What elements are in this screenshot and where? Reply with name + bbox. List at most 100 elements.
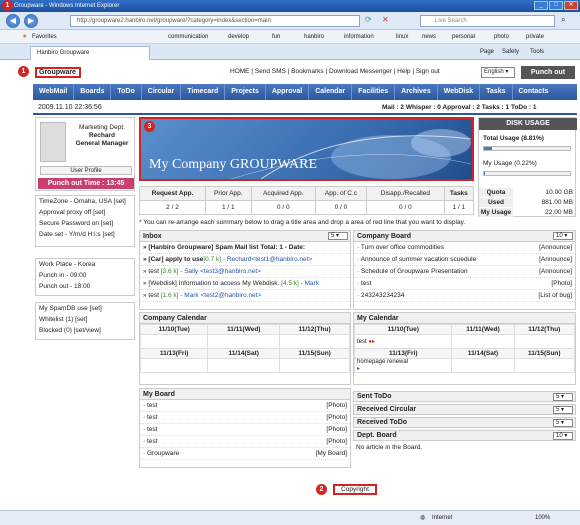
list-item[interactable]: » test [3.6 k] - Sally <test3@hanbiro.ne… xyxy=(140,266,350,278)
favlink-personal[interactable]: personal xyxy=(452,30,475,44)
calendar-day[interactable]: 11/15(Sun) xyxy=(279,348,350,359)
calendar-day[interactable]: 11/13(Fri) xyxy=(139,348,209,359)
list-item[interactable]: · test [Photo] xyxy=(140,424,350,436)
favlink-information[interactable]: information xyxy=(344,30,374,44)
list-item[interactable]: · 243243234234 [List of bug] xyxy=(354,290,575,302)
favorites-button[interactable]: Favorites xyxy=(32,30,57,44)
calendar-day[interactable]: 11/14(Sat) xyxy=(451,348,515,359)
summary-value[interactable]: 0 / 0 xyxy=(366,200,445,215)
stop-icon[interactable]: ✕ xyxy=(382,15,389,24)
zoom-level[interactable]: 100% xyxy=(535,511,550,525)
page-menu[interactable]: Page xyxy=(480,44,494,60)
summary-header[interactable]: Tasks xyxy=(443,186,475,201)
list-item[interactable]: » [Webdisk] Information to access My Web… xyxy=(140,278,350,290)
menu-approval[interactable]: Approval xyxy=(266,84,310,100)
calendar-cell[interactable] xyxy=(139,334,209,349)
calendar-cell[interactable] xyxy=(279,358,350,373)
search-icon[interactable]: ⌕ xyxy=(561,15,565,25)
summary-header[interactable]: Prior App. xyxy=(204,186,252,201)
calendar-cell[interactable]: test ●▸ xyxy=(353,334,453,349)
menu-timecard[interactable]: Timecard xyxy=(181,84,226,100)
browser-tab[interactable]: Hanbiro Groupware xyxy=(30,46,150,60)
menu-boards[interactable]: Boards xyxy=(74,84,112,100)
sent-todo-count-select[interactable]: 5 ▾ xyxy=(553,393,573,401)
forward-button[interactable]: ▶ xyxy=(24,14,38,28)
favorites-star-icon[interactable]: ★ xyxy=(22,30,27,44)
company-calendar-header[interactable]: Company Calendar xyxy=(140,313,350,324)
calendar-day[interactable]: 11/11(Wed) xyxy=(207,324,281,335)
dept-board-count-select[interactable]: 10 ▾ xyxy=(553,432,573,440)
list-item[interactable]: · Groupware [My Board] xyxy=(140,448,350,460)
my-calendar-header[interactable]: My Calendar xyxy=(354,313,575,324)
menu-calendar[interactable]: Calendar xyxy=(309,84,353,100)
received-todo-header[interactable]: Received ToDo 5 ▾ xyxy=(353,417,576,428)
secure-password-setting[interactable]: Secure Password on [set] xyxy=(39,218,134,229)
menu-projects[interactable]: Projects xyxy=(225,84,266,100)
list-item[interactable]: · test [Photo] xyxy=(140,436,350,448)
user-profile-button[interactable]: User Profile xyxy=(40,166,132,175)
approval-proxy-setting[interactable]: Approval proxy off [set] xyxy=(39,207,134,218)
menu-todo[interactable]: ToDo xyxy=(111,84,142,100)
list-item[interactable]: » [Hanbiro Groupware] Spam Mail list Tot… xyxy=(140,242,350,254)
menu-contacts[interactable]: Contacts xyxy=(513,84,555,100)
list-item[interactable]: · Announce of summer vacation scuedule [A… xyxy=(354,254,575,266)
inbox-count-select[interactable]: 5 ▾ xyxy=(328,232,348,240)
refresh-icon[interactable]: ⟳ xyxy=(365,15,372,24)
calendar-event[interactable]: homepage renewal xyxy=(357,359,408,365)
calendar-cell[interactable]: homepage renewal ▸ xyxy=(353,358,453,373)
favlink-communication[interactable]: communication xyxy=(168,30,208,44)
menu-webdisk[interactable]: WebDisk xyxy=(438,84,481,100)
groupware-logo[interactable]: Groupware xyxy=(35,67,81,78)
calendar-day[interactable]: 11/15(Sun) xyxy=(513,348,576,359)
status-counts[interactable]: Mail : 2 Whisper : 0 Approval : 2 Tasks … xyxy=(382,104,536,111)
calendar-day[interactable]: 11/13(Fri) xyxy=(353,348,453,359)
list-item[interactable]: · test [Photo] xyxy=(140,400,350,412)
calendar-cell[interactable] xyxy=(451,334,515,349)
favlink-news[interactable]: news xyxy=(422,30,436,44)
favlink-fun[interactable]: fun xyxy=(272,30,280,44)
calendar-cell[interactable] xyxy=(139,358,209,373)
url-input[interactable]: http://groupware2.hanbiro.net/groupware/… xyxy=(70,15,360,27)
calendar-event[interactable]: test xyxy=(357,339,367,345)
company-board-count-select[interactable]: 10 ▾ xyxy=(553,232,573,240)
calendar-day[interactable]: 11/11(Wed) xyxy=(451,324,515,335)
favlink-private[interactable]: private xyxy=(526,30,544,44)
summary-value[interactable]: 0 / 0 xyxy=(250,200,316,215)
list-item[interactable]: » [Car] apply to use[0.7 k] - Rechard<te… xyxy=(140,254,350,266)
favlink-develop[interactable]: develop xyxy=(228,30,249,44)
calendar-cell[interactable] xyxy=(207,358,281,373)
favlink-photo[interactable]: photo xyxy=(494,30,509,44)
top-links[interactable]: HOME | Send SMS | Bookmarks | Download M… xyxy=(230,68,440,75)
blocked-setting[interactable]: Blocked (0) [set/view] xyxy=(39,325,134,336)
menu-tasks[interactable]: Tasks xyxy=(480,84,513,100)
summary-header[interactable]: Disapp./Recalled xyxy=(366,186,445,201)
calendar-day[interactable]: 11/10(Tue) xyxy=(353,324,453,335)
minimize-button[interactable]: _ xyxy=(534,1,548,10)
calendar-day[interactable]: 11/10(Tue) xyxy=(139,324,209,335)
inbox-header[interactable]: Inbox 5 ▾ xyxy=(140,231,350,242)
maximize-button[interactable]: □ xyxy=(549,1,563,10)
summary-value[interactable]: 1 / 1 xyxy=(443,200,475,215)
date-format-setting[interactable]: Date set - Y/m/d H:i:s [set] xyxy=(39,229,134,240)
safety-menu[interactable]: Safety xyxy=(502,44,519,60)
search-input[interactable]: Live Search xyxy=(420,15,555,27)
my-board-header[interactable]: My Board xyxy=(140,389,350,400)
calendar-cell[interactable] xyxy=(207,334,281,349)
summary-header[interactable]: App. of C.c xyxy=(314,186,368,201)
calendar-cell[interactable] xyxy=(279,334,350,349)
dept-board-header[interactable]: Dept. Board 10 ▾ xyxy=(353,430,576,441)
calendar-day[interactable]: 11/12(Thu) xyxy=(279,324,350,335)
summary-value[interactable]: 0 / 0 xyxy=(314,200,368,215)
language-select[interactable]: English ▾ xyxy=(481,67,515,78)
menu-circular[interactable]: Circular xyxy=(142,84,182,100)
copyright-link[interactable]: Copyright xyxy=(333,484,377,495)
received-circular-count-select[interactable]: 5 ▾ xyxy=(553,406,573,414)
calendar-day[interactable]: 11/12(Thu) xyxy=(513,324,576,335)
timezone-setting[interactable]: TimeZone - Omaha, USA [set] xyxy=(39,196,134,207)
punch-out-button[interactable]: Punch out xyxy=(521,66,575,79)
favlink-hanbiro[interactable]: hanbiro xyxy=(304,30,324,44)
list-item[interactable]: · test [Photo] xyxy=(354,278,575,290)
favlink-linux[interactable]: linux xyxy=(396,30,408,44)
summary-value[interactable]: 2 / 2 xyxy=(139,200,206,215)
close-button[interactable]: ✕ xyxy=(564,1,578,10)
